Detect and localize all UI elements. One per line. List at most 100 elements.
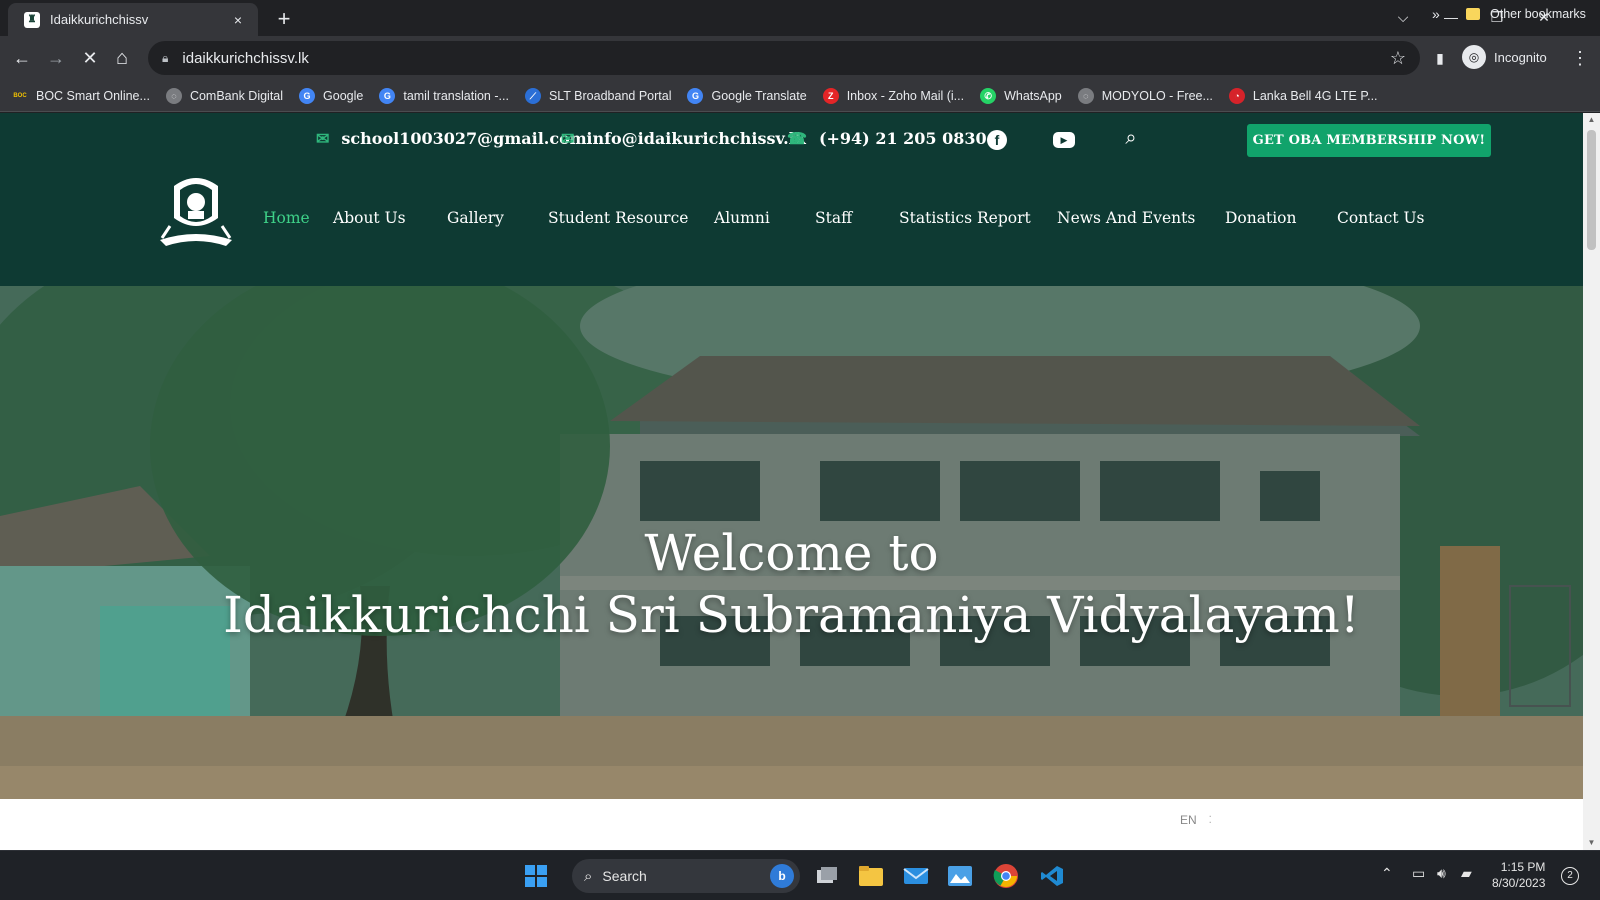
chrome-icon[interactable]	[990, 860, 1022, 892]
folder-icon	[1466, 8, 1480, 20]
website-viewport: ✉ school1003027@gmail.com ✉ info@idaikur…	[0, 113, 1583, 850]
nav-item-news-and-events[interactable]: News And Events	[1057, 209, 1195, 227]
scroll-down-icon[interactable]: ▼	[1583, 838, 1600, 847]
browser-menu-icon[interactable]: ⋮	[1566, 44, 1594, 72]
photos-icon[interactable]	[944, 860, 976, 892]
oba-membership-button[interactable]: GET OBA MEMBERSHIP NOW!	[1247, 124, 1491, 157]
battery-icon[interactable]: ▰	[1461, 865, 1472, 882]
site-header: ✉ school1003027@gmail.com ✉ info@idaikur…	[0, 113, 1583, 286]
nav-item-home[interactable]: Home	[263, 209, 310, 227]
nav-item-donation[interactable]: Donation	[1225, 209, 1296, 227]
bookmark-favicon-icon: G	[299, 87, 316, 104]
side-panel-icon[interactable]: ▮	[1426, 44, 1454, 72]
new-tab-button[interactable]: +	[270, 6, 298, 34]
other-bookmarks-label: Other bookmarks	[1490, 7, 1586, 21]
nav-item-contact-us[interactable]: Contact Us	[1337, 209, 1425, 227]
school-logo[interactable]	[156, 168, 236, 250]
bookmark-item[interactable]: G Google	[299, 87, 364, 104]
network-icon[interactable]: ▭	[1412, 865, 1425, 882]
tab-title: Idaikkurichchissv	[50, 12, 149, 27]
forward-button[interactable]: →	[42, 44, 70, 72]
nav-item-alumni[interactable]: Alumni	[714, 209, 770, 227]
bookmark-star-icon[interactable]: ☆	[1390, 48, 1406, 69]
tab-close-icon[interactable]: ×	[228, 12, 248, 28]
bookmark-favicon-icon: ◔	[1228, 87, 1245, 104]
incognito-profile-button[interactable]: ◎ Incognito	[1462, 42, 1547, 72]
bookmark-label: Google	[323, 88, 364, 103]
nav-item-student-resource[interactable]: Student Resource	[548, 209, 688, 227]
back-button[interactable]: ←	[8, 44, 36, 72]
bookmark-favicon-icon: G	[379, 87, 396, 104]
bookmark-item[interactable]: ◌ ComBank Digital	[165, 87, 283, 104]
browser-tab-active[interactable]: ♜ Idaikkurichchissv ×	[8, 3, 258, 36]
email-secondary-text[interactable]: info@idaikurichchissv.lk	[586, 129, 805, 148]
tab-search-dropdown-icon[interactable]: ⌵	[1380, 0, 1426, 34]
nav-item-staff[interactable]: Staff	[815, 209, 852, 227]
tray-chevron-icon[interactable]: ⌃	[1381, 865, 1393, 882]
mail-icon[interactable]	[900, 860, 932, 892]
facebook-icon[interactable]: f	[987, 130, 1007, 150]
task-view-icon[interactable]	[811, 860, 843, 892]
youtube-icon[interactable]: ▶	[1053, 132, 1075, 148]
nav-item-about-us[interactable]: About Us	[333, 209, 406, 227]
home-button[interactable]: ⌂	[108, 44, 136, 72]
nav-item-statistics-report[interactable]: Statistics Report	[899, 209, 1031, 227]
bookmark-label: SLT Broadband Portal	[548, 88, 672, 103]
bookmark-favicon-icon: ⟋	[524, 87, 541, 104]
bookmark-item[interactable]: Gtamil translation -...	[379, 87, 509, 104]
envelope-icon: ✉	[561, 129, 575, 148]
hero-banner: Welcome to Idaikkurichchi Sri Subramaniy…	[0, 286, 1583, 799]
bookmark-favicon-icon: ◌	[1077, 87, 1094, 104]
incognito-icon: ◎	[1462, 45, 1486, 69]
page-scrollbar[interactable]: ▲ ▼	[1583, 113, 1600, 850]
contact-email-secondary[interactable]: ✉ info@idaikurichchissv.lk	[561, 129, 806, 148]
bookmark-favicon-icon: BOC	[13, 92, 27, 99]
bookmark-label: WhatsApp	[1004, 88, 1062, 103]
system-clock[interactable]: 1:15 PM 8/30/2023	[1492, 859, 1545, 891]
taskbar-search-label: Search	[602, 868, 647, 884]
volume-icon[interactable]: 🔊︎	[1437, 865, 1446, 882]
language-indicator[interactable]: EN ⁚	[1180, 813, 1212, 827]
bing-icon[interactable]: b	[770, 864, 794, 888]
bookmark-favicon-icon: ✆	[980, 87, 997, 104]
scroll-up-icon[interactable]: ▲	[1583, 115, 1600, 124]
other-bookmarks-folder[interactable]: Other bookmarks	[1466, 7, 1586, 21]
bookmark-item[interactable]: G Google Translate	[687, 87, 807, 104]
url-text[interactable]: idaikkurichchissv.lk	[182, 50, 1389, 67]
contact-phone[interactable]: ☎ (+94) 21 205 0830	[787, 129, 987, 148]
scrollbar-thumb[interactable]	[1587, 130, 1596, 250]
bookmark-item[interactable]: ✆ WhatsApp	[980, 87, 1062, 104]
bookmarks-bar: BOC BOC Smart Online... ◌ ComBank Digital G G…	[0, 80, 1600, 112]
notification-badge[interactable]: 2	[1561, 867, 1579, 885]
bookmark-item[interactable]: ⟋ SLT Broadband Portal	[524, 87, 672, 104]
nav-item-gallery[interactable]: Gallery	[447, 209, 504, 227]
bookmarks-overflow-icon[interactable]: »	[1432, 6, 1440, 22]
bookmark-favicon-icon: G	[687, 87, 704, 104]
file-explorer-icon[interactable]	[855, 860, 887, 892]
incognito-label: Incognito	[1494, 49, 1547, 65]
vscode-icon[interactable]	[1036, 860, 1068, 892]
lock-icon[interactable]: 🔒︎	[162, 51, 168, 66]
hero-school-name: Idaikkurichchi Sri Subramaniya Vidyalaya…	[223, 586, 1360, 644]
contact-email-primary[interactable]: ✉ school1003027@gmail.com	[316, 129, 587, 148]
email-primary-text[interactable]: school1003027@gmail.com	[341, 129, 586, 148]
bookmark-item[interactable]: ◔ Lanka Bell 4G LTE P...	[1228, 87, 1378, 104]
address-bar[interactable]: 🔒︎ idaikkurichchissv.lk ☆	[148, 41, 1420, 75]
bookmark-label: MODYOLO - Free...	[1101, 88, 1213, 103]
bookmark-label: tamil translation -...	[403, 88, 509, 103]
windows-start-icon[interactable]	[520, 860, 552, 892]
search-icon[interactable]: ⌕	[1119, 127, 1143, 151]
bookmark-label: Lanka Bell 4G LTE P...	[1252, 88, 1378, 103]
windows-taskbar: ⌕ Search b ⌃ ▭ 🔊︎ ▰ 1:15 PM 8/30/2023 2	[0, 850, 1600, 900]
bookmark-label: Google Translate	[711, 88, 807, 103]
taskbar-search-box[interactable]: ⌕ Search b	[572, 859, 800, 893]
phone-icon: ☎	[787, 129, 807, 148]
bookmark-item[interactable]: Z Inbox - Zoho Mail (i...	[822, 87, 964, 104]
bookmark-favicon-icon: Z	[822, 87, 839, 104]
phone-text[interactable]: (+94) 21 205 0830	[819, 129, 987, 148]
stop-loading-button[interactable]: ✕	[76, 44, 104, 72]
magnifier-icon: ⌕	[584, 867, 593, 885]
browser-toolbar: ← → ✕ ⌂ 🔒︎ idaikkurichchissv.lk ☆ ▮ ◎ In…	[0, 36, 1600, 80]
bookmark-item[interactable]: ◌ MODYOLO - Free...	[1077, 87, 1213, 104]
bookmark-item[interactable]: BOC BOC Smart Online...	[12, 88, 150, 104]
